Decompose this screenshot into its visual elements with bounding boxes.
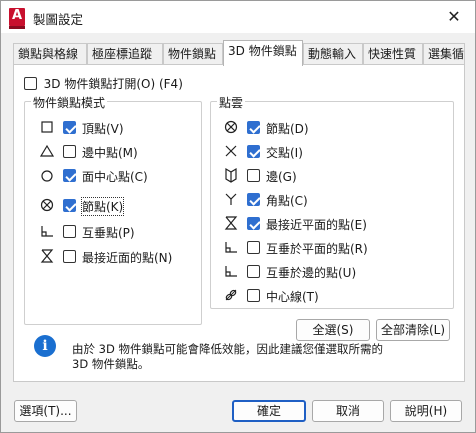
snap-mode-perpendicular[interactable]: 互垂點(P) bbox=[39, 223, 189, 241]
edge-midpoint-label: 邊中點(M) bbox=[82, 146, 138, 160]
object-snap-modes-title: 物件鎖點模式 bbox=[31, 94, 108, 111]
tab-object-snap[interactable]: 物件鎖點 bbox=[163, 43, 223, 65]
pc-edge-checkbox[interactable] bbox=[247, 169, 260, 182]
perpendicular-label: 互垂點(P) bbox=[82, 226, 135, 240]
pc-intersection[interactable]: 交點(I) bbox=[223, 143, 443, 161]
perpendicular-icon bbox=[225, 242, 237, 253]
square-icon bbox=[41, 121, 53, 133]
title-bar: A 製圖設定 ✕ bbox=[1, 1, 475, 33]
knot-label: 節點(K) bbox=[80, 197, 125, 216]
centerline-icon bbox=[225, 289, 237, 301]
pc-perpendicular-to-edge-label: 互垂於邊的點(U) bbox=[266, 266, 357, 280]
circle-icon bbox=[41, 170, 53, 182]
pc-centerline[interactable]: 中心線(T) bbox=[223, 287, 443, 305]
pc-centerline-label: 中心線(T) bbox=[266, 290, 319, 304]
knot-checkbox[interactable] bbox=[63, 199, 76, 212]
pc-edge[interactable]: 邊(G) bbox=[223, 167, 443, 185]
snap-mode-edge-midpoint[interactable]: 邊中點(M) bbox=[39, 143, 189, 161]
window-title: 製圖設定 bbox=[33, 12, 84, 27]
pc-intersection-checkbox[interactable] bbox=[247, 145, 260, 158]
tab-3d-object-snap[interactable]: 3D 物件鎖點 bbox=[223, 40, 303, 66]
pc-node-checkbox[interactable] bbox=[247, 121, 260, 134]
tab-dynamic-input[interactable]: 動態輸入 bbox=[303, 43, 363, 65]
triangle-icon bbox=[39, 144, 55, 157]
pc-perpendicular-to-plane-label: 互垂於平面的點(R) bbox=[266, 242, 368, 256]
drafting-settings-dialog: A 製圖設定 ✕ 鎖點與格線 極座標追蹤 物件鎖點 3D 物件鎖點 動態輸入 快… bbox=[0, 0, 476, 433]
hourglass-icon bbox=[40, 249, 54, 263]
pc-node[interactable]: 節點(D) bbox=[223, 119, 443, 137]
perpendicular-icon bbox=[41, 226, 53, 237]
tab-polar-tracking[interactable]: 極座標追蹤 bbox=[87, 43, 163, 65]
help-button[interactable]: 說明(H) bbox=[390, 400, 462, 422]
pc-perpendicular-to-edge-checkbox[interactable] bbox=[247, 265, 260, 278]
pc-nearest-to-plane-checkbox[interactable] bbox=[247, 217, 260, 230]
intersection-icon bbox=[225, 145, 237, 157]
edge-icon bbox=[225, 167, 237, 183]
pc-perpendicular-to-edge[interactable]: 互垂於邊的點(U) bbox=[223, 263, 443, 281]
snap3d-label: 3D 物件鎖點打開(O) (F4) bbox=[43, 77, 183, 91]
close-icon: ✕ bbox=[447, 7, 461, 26]
face-center-checkbox[interactable] bbox=[63, 169, 76, 182]
performance-note: 由於 3D 物件鎖點可能會降低效能，因此建議您僅選取所需的 3D 物件鎖點。 bbox=[72, 342, 383, 372]
app-icon: A bbox=[9, 8, 25, 29]
pc-intersection-label: 交點(I) bbox=[266, 146, 303, 160]
pc-nearest-to-plane[interactable]: 最接近平面的點(E) bbox=[223, 215, 443, 233]
performance-note-line-1: 由於 3D 物件鎖點可能會降低效能，因此建議您僅選取所需的 bbox=[72, 342, 383, 356]
perpendicular-icon bbox=[225, 266, 237, 277]
vertex-label: 頂點(V) bbox=[82, 122, 124, 136]
nearest-to-face-checkbox[interactable] bbox=[63, 250, 76, 263]
vertex-checkbox[interactable] bbox=[63, 121, 76, 134]
snap3d-checkbox[interactable] bbox=[24, 77, 37, 90]
perpendicular-checkbox[interactable] bbox=[63, 225, 76, 238]
face-center-label: 面中心點(C) bbox=[82, 170, 148, 184]
pc-perpendicular-to-plane-checkbox[interactable] bbox=[247, 241, 260, 254]
tab-panel: 3D 物件鎖點打開(O) (F4) 物件鎖點模式 頂點(V) 邊中點(M) 面中… bbox=[13, 64, 465, 382]
snap-mode-face-center[interactable]: 面中心點(C) bbox=[39, 167, 189, 185]
snap-mode-vertex[interactable]: 頂點(V) bbox=[39, 119, 189, 137]
tab-quick-properties[interactable]: 快速性質 bbox=[363, 43, 423, 65]
tab-strip: 鎖點與格線 極座標追蹤 物件鎖點 3D 物件鎖點 動態輸入 快速性質 選集循環 bbox=[13, 40, 465, 66]
node-icon bbox=[224, 120, 238, 134]
clear-all-button[interactable]: 全部清除(L) bbox=[376, 319, 450, 341]
snap-mode-nearest-to-face[interactable]: 最接近面的點(N) bbox=[39, 248, 189, 266]
ok-button[interactable]: 確定 bbox=[232, 400, 306, 422]
snap3d-toggle[interactable]: 3D 物件鎖點打開(O) (F4) bbox=[24, 75, 183, 93]
tab-selection-cycling[interactable]: 選集循環 bbox=[423, 43, 465, 65]
close-button[interactable]: ✕ bbox=[439, 5, 469, 29]
point-cloud-title: 點雲 bbox=[217, 94, 246, 111]
pc-perpendicular-to-plane[interactable]: 互垂於平面的點(R) bbox=[223, 239, 443, 257]
node-icon bbox=[40, 198, 54, 212]
hourglass-icon bbox=[224, 216, 238, 230]
point-cloud-group: 點雲 節點(D) 交點(I) 邊(G) 角點(C) 最接近平面的點(E) 互垂於… bbox=[210, 94, 454, 309]
snap-mode-knot[interactable]: 節點(K) bbox=[39, 197, 189, 216]
options-button[interactable]: 選項(T)... bbox=[14, 400, 77, 422]
pc-edge-label: 邊(G) bbox=[266, 170, 297, 184]
pc-node-label: 節點(D) bbox=[266, 122, 309, 136]
select-all-button[interactable]: 全選(S) bbox=[296, 319, 370, 341]
pc-corner[interactable]: 角點(C) bbox=[223, 191, 443, 209]
performance-note-line-2: 3D 物件鎖點。 bbox=[72, 357, 150, 371]
pc-corner-checkbox[interactable] bbox=[247, 193, 260, 206]
edge-midpoint-checkbox[interactable] bbox=[63, 145, 76, 158]
pc-nearest-to-plane-label: 最接近平面的點(E) bbox=[266, 218, 367, 232]
object-snap-modes-group: 物件鎖點模式 頂點(V) 邊中點(M) 面中心點(C) 節點(K) 互垂點(P)… bbox=[24, 94, 202, 325]
nearest-to-face-label: 最接近面的點(N) bbox=[82, 251, 173, 265]
tab-snap-grid[interactable]: 鎖點與格線 bbox=[13, 43, 87, 65]
cancel-button[interactable]: 取消 bbox=[312, 400, 384, 422]
info-icon: i bbox=[34, 335, 56, 357]
pc-corner-label: 角點(C) bbox=[266, 194, 308, 208]
pc-centerline-checkbox[interactable] bbox=[247, 289, 260, 302]
corner-icon bbox=[225, 193, 237, 205]
